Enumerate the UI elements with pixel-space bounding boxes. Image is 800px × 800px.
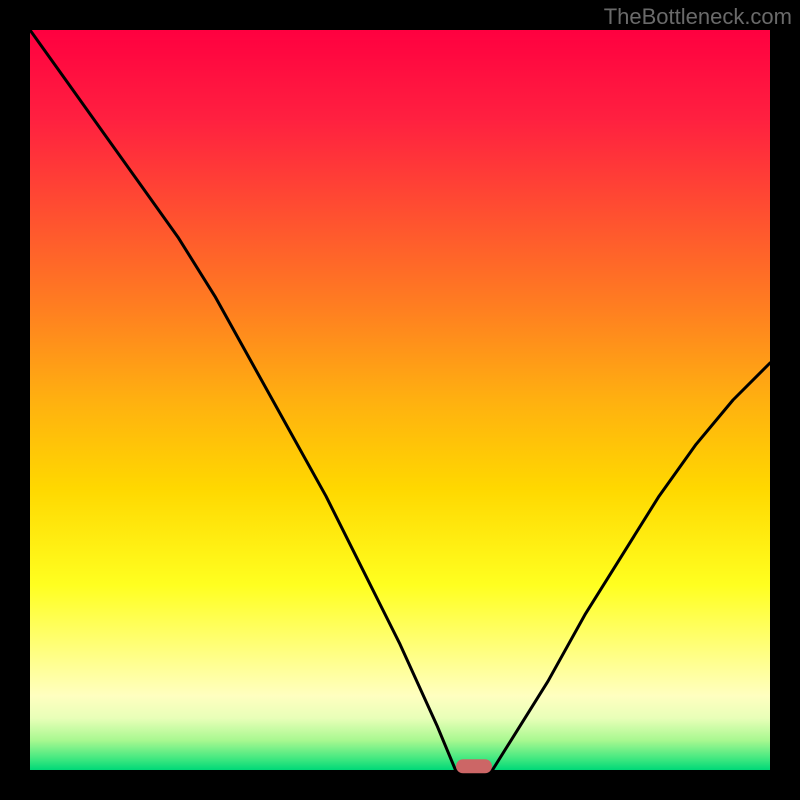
- plot-background: [30, 30, 770, 770]
- bottleneck-chart: [0, 0, 800, 800]
- chart-container: TheBottleneck.com: [0, 0, 800, 800]
- optimal-marker: [456, 759, 492, 773]
- watermark-text: TheBottleneck.com: [604, 4, 792, 30]
